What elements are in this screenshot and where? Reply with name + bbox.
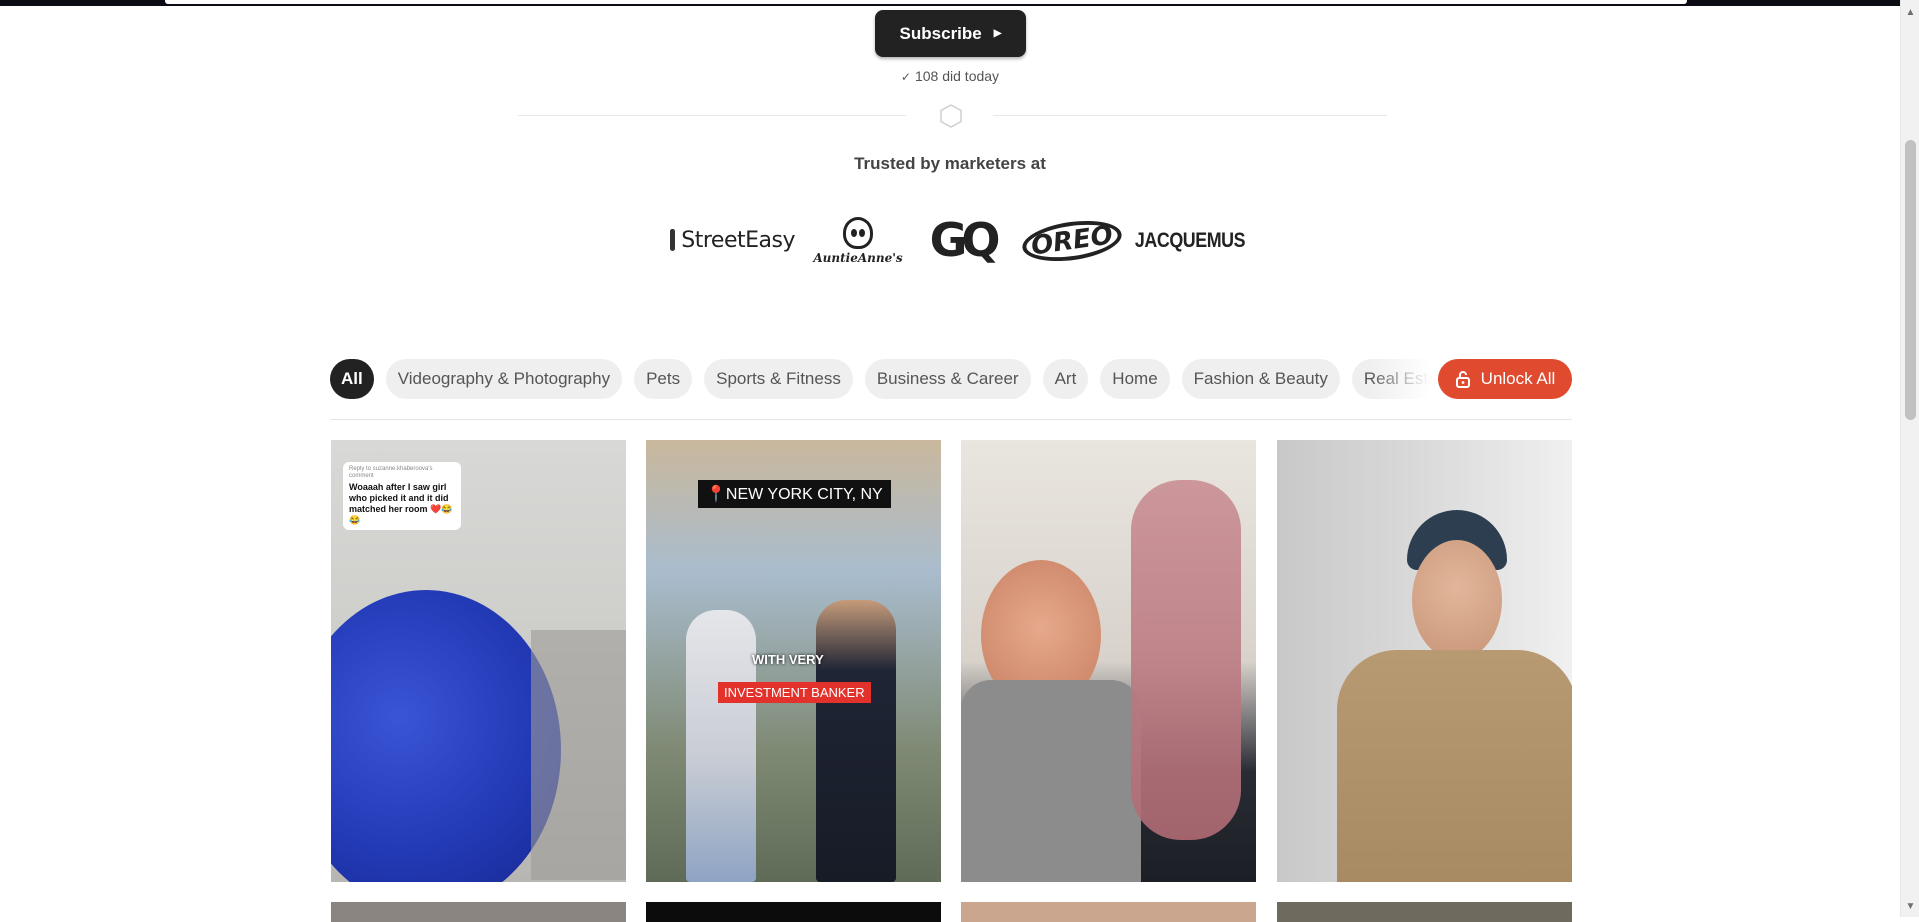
person-shirt-shape (961, 680, 1141, 882)
video-card[interactable] (961, 902, 1256, 922)
filter-videography-photography[interactable]: Videography & Photography (385, 359, 623, 399)
category-filter-bar: All Videography & Photography Pets Sport… (330, 359, 1572, 399)
person-left-shape (686, 610, 756, 882)
tag-label: INVESTMENT BANKER (718, 682, 871, 703)
divider-left (518, 115, 906, 116)
overlay-text: WITH VERY (752, 652, 824, 667)
location-label: 📍NEW YORK CITY, NY (698, 480, 891, 508)
video-card[interactable] (646, 902, 941, 922)
page-scrollbar[interactable]: ▲ ▼ (1900, 0, 1919, 917)
check-icon: ✓ (900, 70, 911, 84)
person-jacket-shape (1337, 650, 1572, 882)
filter-fashion-beauty[interactable]: Fashion & Beauty (1181, 359, 1340, 399)
filter-home[interactable]: Home (1100, 359, 1170, 399)
comment-caption: Reply to suzanne.khaberoova's comment Wo… (343, 462, 461, 530)
video-card[interactable] (1277, 440, 1572, 882)
filter-pets[interactable]: Pets (634, 359, 693, 399)
browser-top-edge (0, 0, 1900, 6)
subscribe-button[interactable]: Subscribe ▶ (875, 10, 1026, 57)
video-card[interactable]: Reply to suzanne.khaberoova's comment Wo… (331, 440, 626, 882)
video-card[interactable] (1277, 902, 1572, 922)
logo-oreo: OREO (1019, 215, 1125, 267)
subscribe-label: Subscribe (899, 23, 982, 43)
logo-gq: GQ (929, 213, 1001, 267)
caret-right-icon: ▶ (993, 28, 1002, 39)
unlock-all-label: Unlock All (1480, 369, 1556, 388)
lock-icon (1455, 371, 1470, 388)
trusted-heading: Trusted by marketers at (854, 154, 1046, 173)
filter-separator (330, 419, 1572, 420)
logo-jacquemus: JACQUEMUS (1134, 229, 1246, 252)
filter-business-career[interactable]: Business & Career (864, 359, 1031, 399)
hexagon-icon (940, 104, 962, 128)
filter-art[interactable]: Art (1042, 359, 1089, 399)
video-card[interactable] (331, 902, 626, 922)
person-right-shape (816, 600, 896, 882)
video-card[interactable]: 📍NEW YORK CITY, NY WITH VERY INVESTMENT … (646, 440, 941, 882)
video-card[interactable] (961, 440, 1256, 882)
filter-sports-fitness[interactable]: Sports & Fitness (704, 359, 853, 399)
unlock-all-button[interactable]: Unlock All (1438, 359, 1572, 399)
streeteasy-mark-icon (670, 229, 676, 251)
scroll-down-icon[interactable]: ▼ (1901, 898, 1919, 915)
anatomy-colon-shape (1131, 480, 1241, 840)
divider-right (993, 115, 1387, 116)
logo-auntie-annes: AuntieAnne's (813, 214, 903, 268)
blue-sofa-shape (331, 590, 561, 882)
filter-all[interactable]: All (330, 359, 374, 399)
category-pill-row: All Videography & Photography Pets Sport… (330, 359, 1430, 399)
auntie-annes-face-icon (843, 217, 873, 249)
person-face-shape (1412, 540, 1502, 660)
logo-streeteasy: StreetEasy (670, 224, 795, 256)
did-today-count: ✓ 108 did today (0, 68, 1900, 84)
scrollbar-thumb[interactable] (1905, 140, 1916, 420)
scroll-up-icon[interactable]: ▲ (1901, 4, 1919, 21)
did-today-text: 108 did today (914, 68, 1000, 84)
filter-real-estate[interactable]: Real Estate (1351, 359, 1430, 399)
